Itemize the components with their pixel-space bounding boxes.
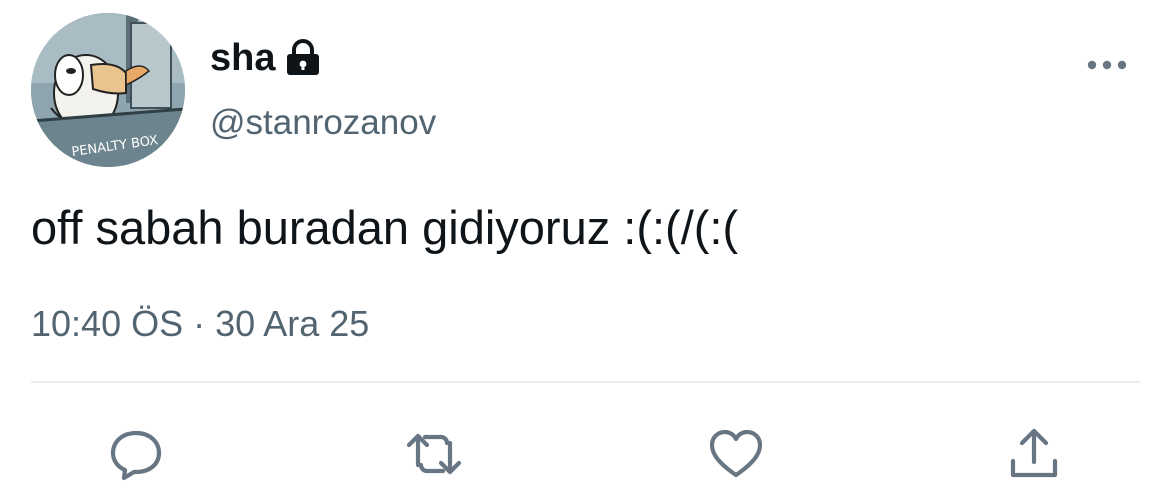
author-handle[interactable]: @stanrozanov [210, 102, 436, 144]
retweet-icon [406, 433, 462, 475]
divider [31, 381, 1140, 383]
lock-icon [285, 39, 321, 77]
avatar[interactable]: PENALTY BOX [31, 13, 185, 167]
display-name[interactable]: sha [210, 36, 275, 80]
reply-button[interactable] [106, 424, 166, 484]
tweet-text: off sabah buradan gidiyoruz :(:(/(:( [31, 201, 739, 254]
share-button[interactable] [1004, 424, 1064, 484]
tweet-meta: 10:40 ÖS · 30 Ara 25 [31, 302, 369, 346]
meta-separator: · [193, 303, 206, 344]
reply-icon [110, 430, 162, 481]
more-options-icon[interactable] [1084, 52, 1130, 78]
tweet-date[interactable]: 30 Ara 25 [215, 303, 369, 344]
share-icon [1010, 428, 1058, 478]
retweet-button[interactable] [404, 424, 464, 484]
heart-icon [709, 429, 763, 478]
author-name-row: sha [210, 36, 321, 80]
like-button[interactable] [706, 424, 766, 484]
tweet-time[interactable]: 10:40 ÖS [31, 303, 183, 344]
